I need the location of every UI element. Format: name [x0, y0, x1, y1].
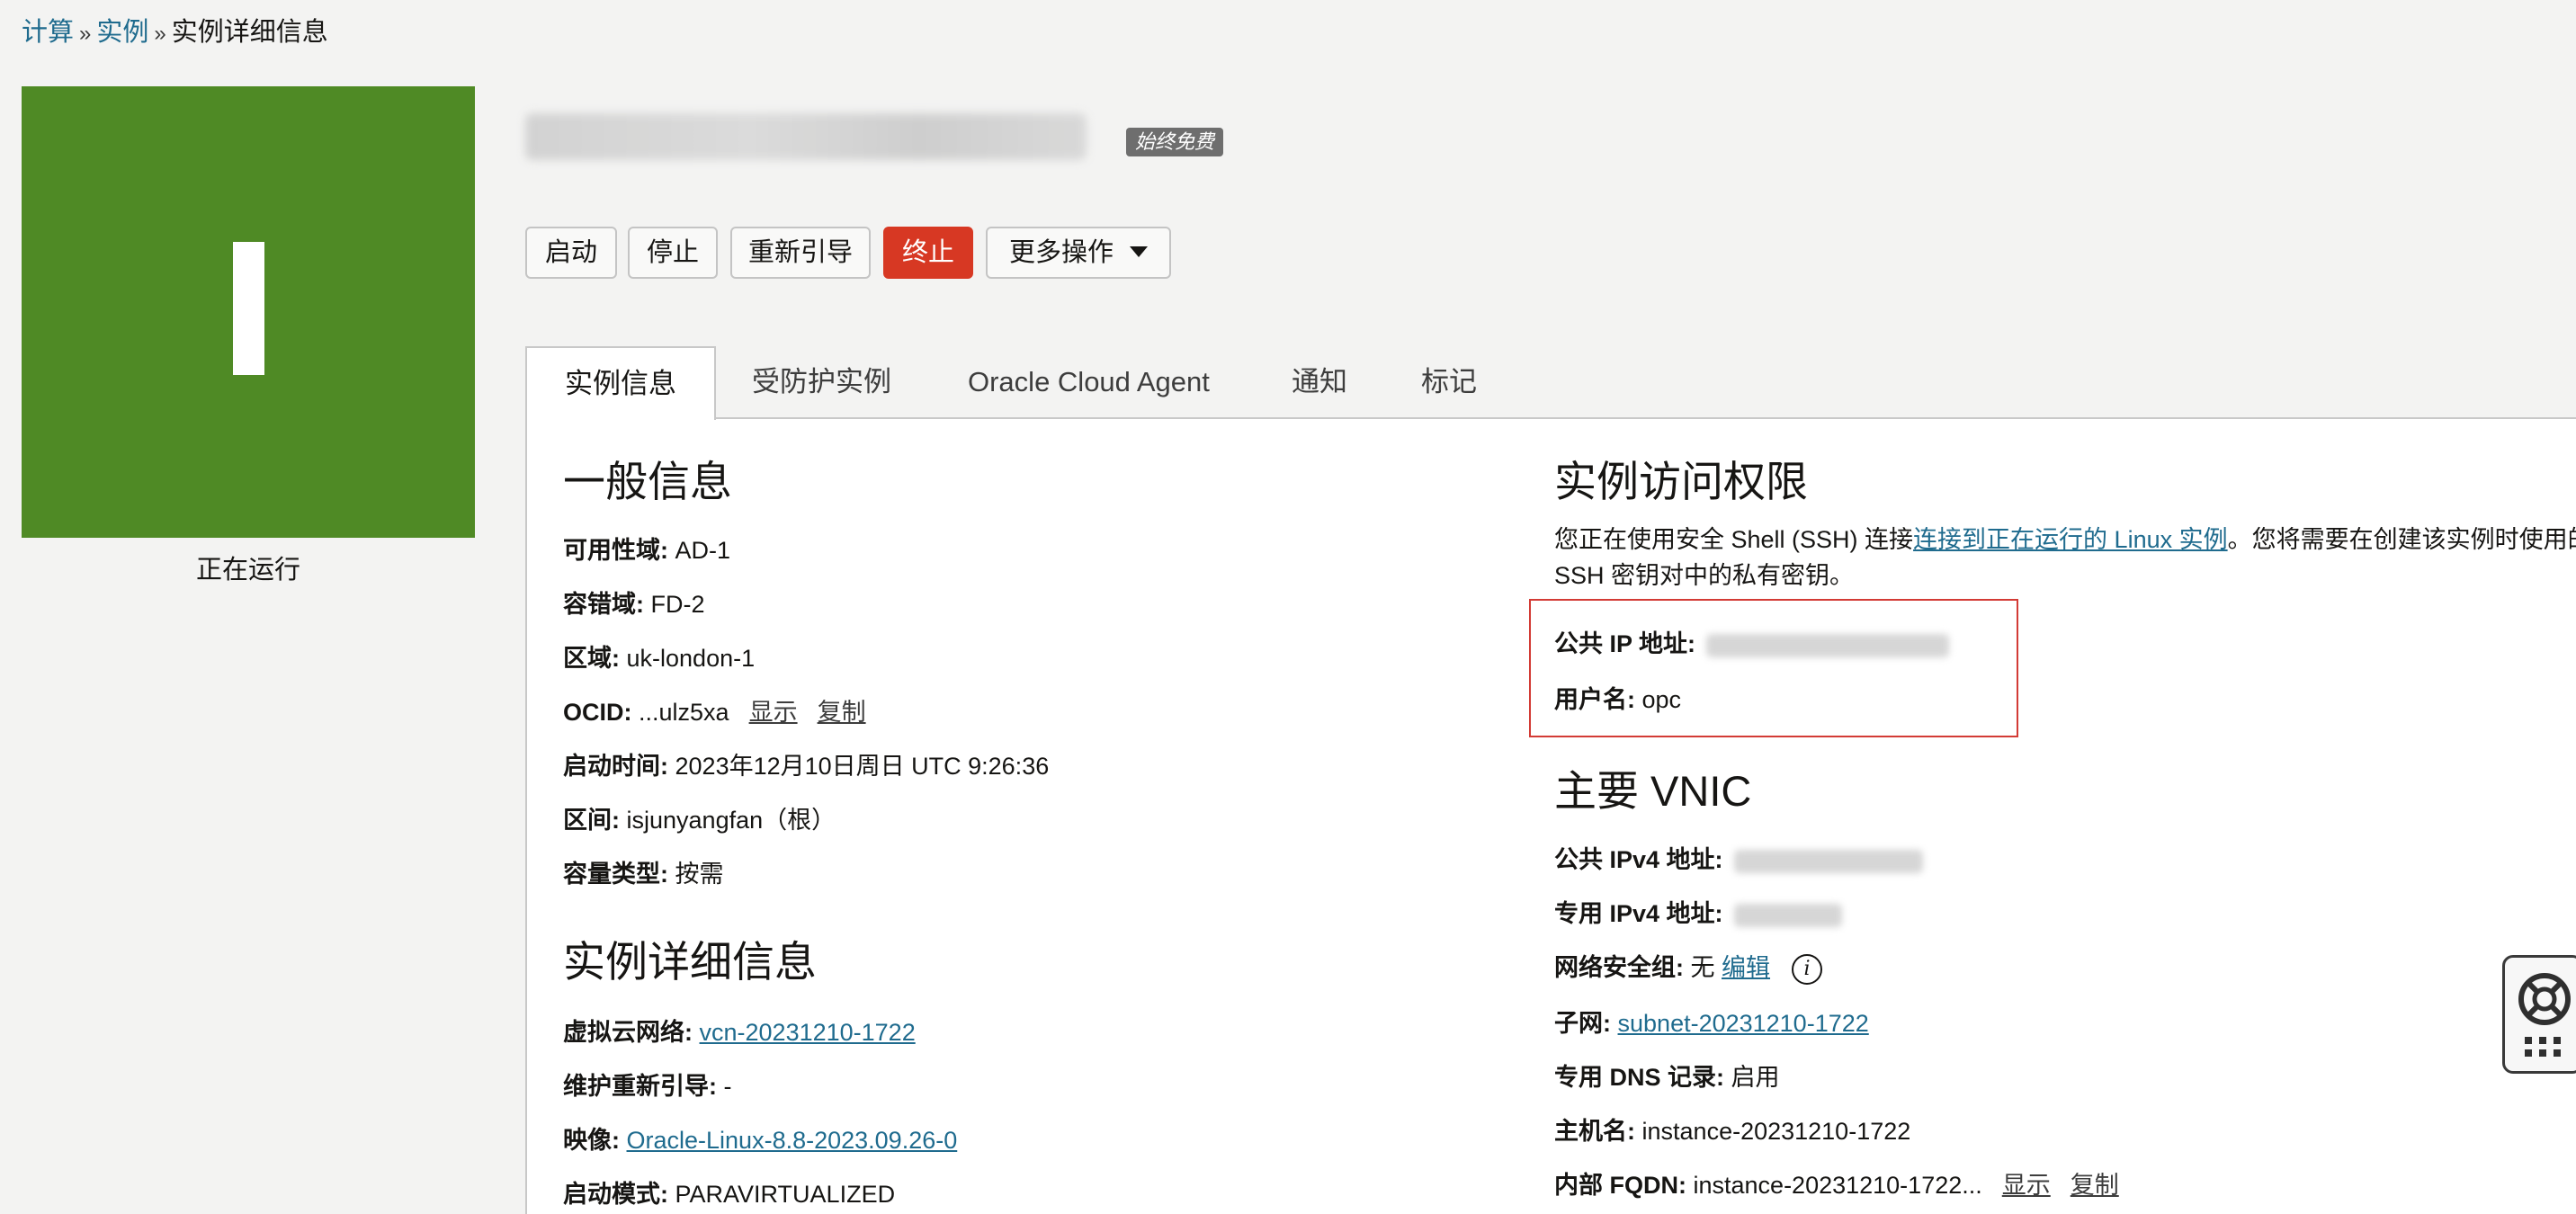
- field-label: 主机名:: [1554, 1118, 1635, 1145]
- field-label: 启动模式:: [563, 1181, 668, 1208]
- info-icon[interactable]: i: [1792, 953, 1823, 985]
- connect-linux-instance-link[interactable]: 连接到正在运行的 Linux 实例: [1913, 526, 2228, 553]
- username-row: 用户名: opc: [1554, 682, 1681, 718]
- field-label: 内部 FQDN:: [1554, 1172, 1686, 1199]
- private-dns-row: 专用 DNS 记录: 启用: [1554, 1059, 1780, 1095]
- instance-access-heading: 实例访问权限: [1554, 458, 1808, 505]
- tab-notifications[interactable]: 通知: [1292, 346, 1347, 418]
- nsg-edit-link[interactable]: 编辑: [1722, 954, 1770, 981]
- launched-row: 启动时间: 2023年12月10日周日 UTC 9:26:36: [563, 748, 1049, 784]
- instance-details-heading: 实例详细信息: [563, 938, 817, 986]
- field-label: OCID:: [563, 699, 632, 726]
- field-label: 区域:: [563, 645, 620, 672]
- field-value: FD-2: [650, 591, 705, 618]
- region-row: 区域: uk-london-1: [563, 640, 755, 676]
- breadcrumb-instances[interactable]: 实例: [96, 18, 148, 47]
- public-ip-redacted: [1706, 633, 1950, 657]
- instance-status-tile: [22, 86, 475, 538]
- lifebuoy-icon: [2518, 973, 2571, 1057]
- hostname-row: 主机名: instance-20231210-1722: [1554, 1113, 1910, 1149]
- field-label: 可用性域:: [563, 537, 668, 564]
- ocid-show-link[interactable]: 显示: [749, 699, 798, 726]
- field-value: -: [723, 1073, 732, 1100]
- ocid-row: OCID: ...ulz5xa 显示 复制: [563, 694, 866, 730]
- field-label: 公共 IPv4 地址:: [1554, 846, 1723, 873]
- tab-shielded-instance[interactable]: 受防护实例: [752, 346, 891, 418]
- caret-down-icon: [1130, 246, 1148, 258]
- field-label: 专用 DNS 记录:: [1554, 1064, 1724, 1091]
- public-ipv4-row: 公共 IPv4 地址:: [1554, 842, 1923, 878]
- field-label: 容量类型:: [563, 861, 668, 888]
- breadcrumb-separator: »: [79, 22, 92, 46]
- field-label: 维护重新引导:: [563, 1073, 717, 1100]
- more-actions-button[interactable]: 更多操作: [986, 227, 1171, 279]
- field-label: 区间:: [563, 807, 620, 834]
- desc-text: 您正在使用安全 Shell (SSH) 连接: [1554, 526, 1914, 553]
- field-label: 用户名:: [1554, 686, 1635, 713]
- instance-status-label: 正在运行: [195, 556, 300, 585]
- stop-button[interactable]: 停止: [628, 227, 718, 279]
- ocid-copy-link[interactable]: 复制: [818, 699, 866, 726]
- field-value: 启用: [1731, 1064, 1780, 1091]
- breadcrumb: 计算» 实例» 实例详细信息: [22, 14, 328, 52]
- start-button[interactable]: 启动: [525, 227, 617, 279]
- field-value: instance-20231210-1722...: [1693, 1172, 1982, 1199]
- fqdn-copy-link[interactable]: 复制: [2071, 1172, 2119, 1199]
- field-value: PARAVIRTUALIZED: [675, 1181, 896, 1208]
- field-label: 网络安全组:: [1554, 954, 1684, 981]
- field-label: 启动时间:: [563, 753, 668, 780]
- always-free-badge: 始终免费: [1126, 128, 1224, 156]
- fault-domain-row: 容错域: FD-2: [563, 586, 705, 622]
- tab-oracle-cloud-agent[interactable]: Oracle Cloud Agent: [968, 346, 1210, 418]
- nsg-row: 网络安全组: 无 编辑 i: [1554, 950, 1823, 986]
- private-ipv4-row: 专用 IPv4 地址:: [1554, 896, 1842, 932]
- field-label: 虚拟云网络:: [563, 1019, 693, 1046]
- tab-instance-info[interactable]: 实例信息: [525, 346, 716, 420]
- public-ip-row: 公共 IP 地址:: [1554, 626, 1950, 662]
- field-value: instance-20231210-1722: [1641, 1118, 1911, 1145]
- tab-tags[interactable]: 标记: [1421, 346, 1477, 418]
- private-ipv4-redacted: [1733, 903, 1842, 927]
- field-label: 子网:: [1554, 1010, 1611, 1037]
- compartment-row: 区间: isjunyangfan（根）: [563, 802, 836, 838]
- subnet-link[interactable]: subnet-20231210-1722: [1618, 1010, 1869, 1037]
- field-value: uk-london-1: [626, 645, 756, 672]
- field-label: 映像:: [563, 1127, 620, 1154]
- instance-name-redacted: [525, 113, 1087, 160]
- field-value: AD-1: [675, 537, 731, 564]
- field-value: 按需: [675, 861, 724, 888]
- field-value: opc: [1641, 686, 1682, 713]
- availability-domain-row: 可用性域: AD-1: [563, 532, 730, 568]
- primary-vnic-heading: 主要 VNIC: [1554, 767, 1752, 815]
- breadcrumb-compute[interactable]: 计算: [22, 18, 74, 47]
- capacity-type-row: 容量类型: 按需: [563, 856, 724, 892]
- field-value: 2023年12月10日周日 UTC 9:26:36: [675, 753, 1050, 780]
- breadcrumb-separator: »: [154, 22, 166, 46]
- image-link[interactable]: Oracle-Linux-8.8-2023.09.26-0: [627, 1127, 958, 1154]
- terminate-button[interactable]: 终止: [883, 227, 973, 279]
- launch-mode-row: 启动模式: PARAVIRTUALIZED: [563, 1176, 895, 1212]
- image-row: 映像: Oracle-Linux-8.8-2023.09.26-0: [563, 1122, 957, 1158]
- more-actions-label: 更多操作: [1008, 238, 1114, 267]
- subnet-row: 子网: subnet-20231210-1722: [1554, 1005, 1869, 1041]
- field-label: 容错域:: [563, 591, 644, 618]
- field-value: 无: [1690, 954, 1715, 981]
- internal-fqdn-row: 内部 FQDN: instance-20231210-1722... 显示 复制: [1554, 1167, 2119, 1203]
- help-widget[interactable]: [2502, 955, 2576, 1074]
- field-value: isjunyangfan（根）: [626, 807, 836, 834]
- vcn-link[interactable]: vcn-20231210-1722: [700, 1019, 916, 1046]
- reboot-button[interactable]: 重新引导: [730, 227, 871, 279]
- fqdn-show-link[interactable]: 显示: [2002, 1172, 2051, 1199]
- vcn-row: 虚拟云网络: vcn-20231210-1722: [563, 1014, 916, 1050]
- field-label: 公共 IP 地址:: [1554, 630, 1696, 657]
- field-label: 专用 IPv4 地址:: [1554, 900, 1723, 927]
- status-letter-glyph: [233, 242, 264, 375]
- breadcrumb-current: 实例详细信息: [171, 18, 328, 47]
- general-info-heading: 一般信息: [563, 458, 732, 505]
- maintenance-reboot-row: 维护重新引导: -: [563, 1068, 732, 1104]
- field-value: ...ulz5xa: [639, 699, 729, 726]
- instance-access-description: 您正在使用安全 Shell (SSH) 连接连接到正在运行的 Linux 实例。…: [1554, 522, 2576, 594]
- public-ipv4-redacted: [1733, 849, 1923, 873]
